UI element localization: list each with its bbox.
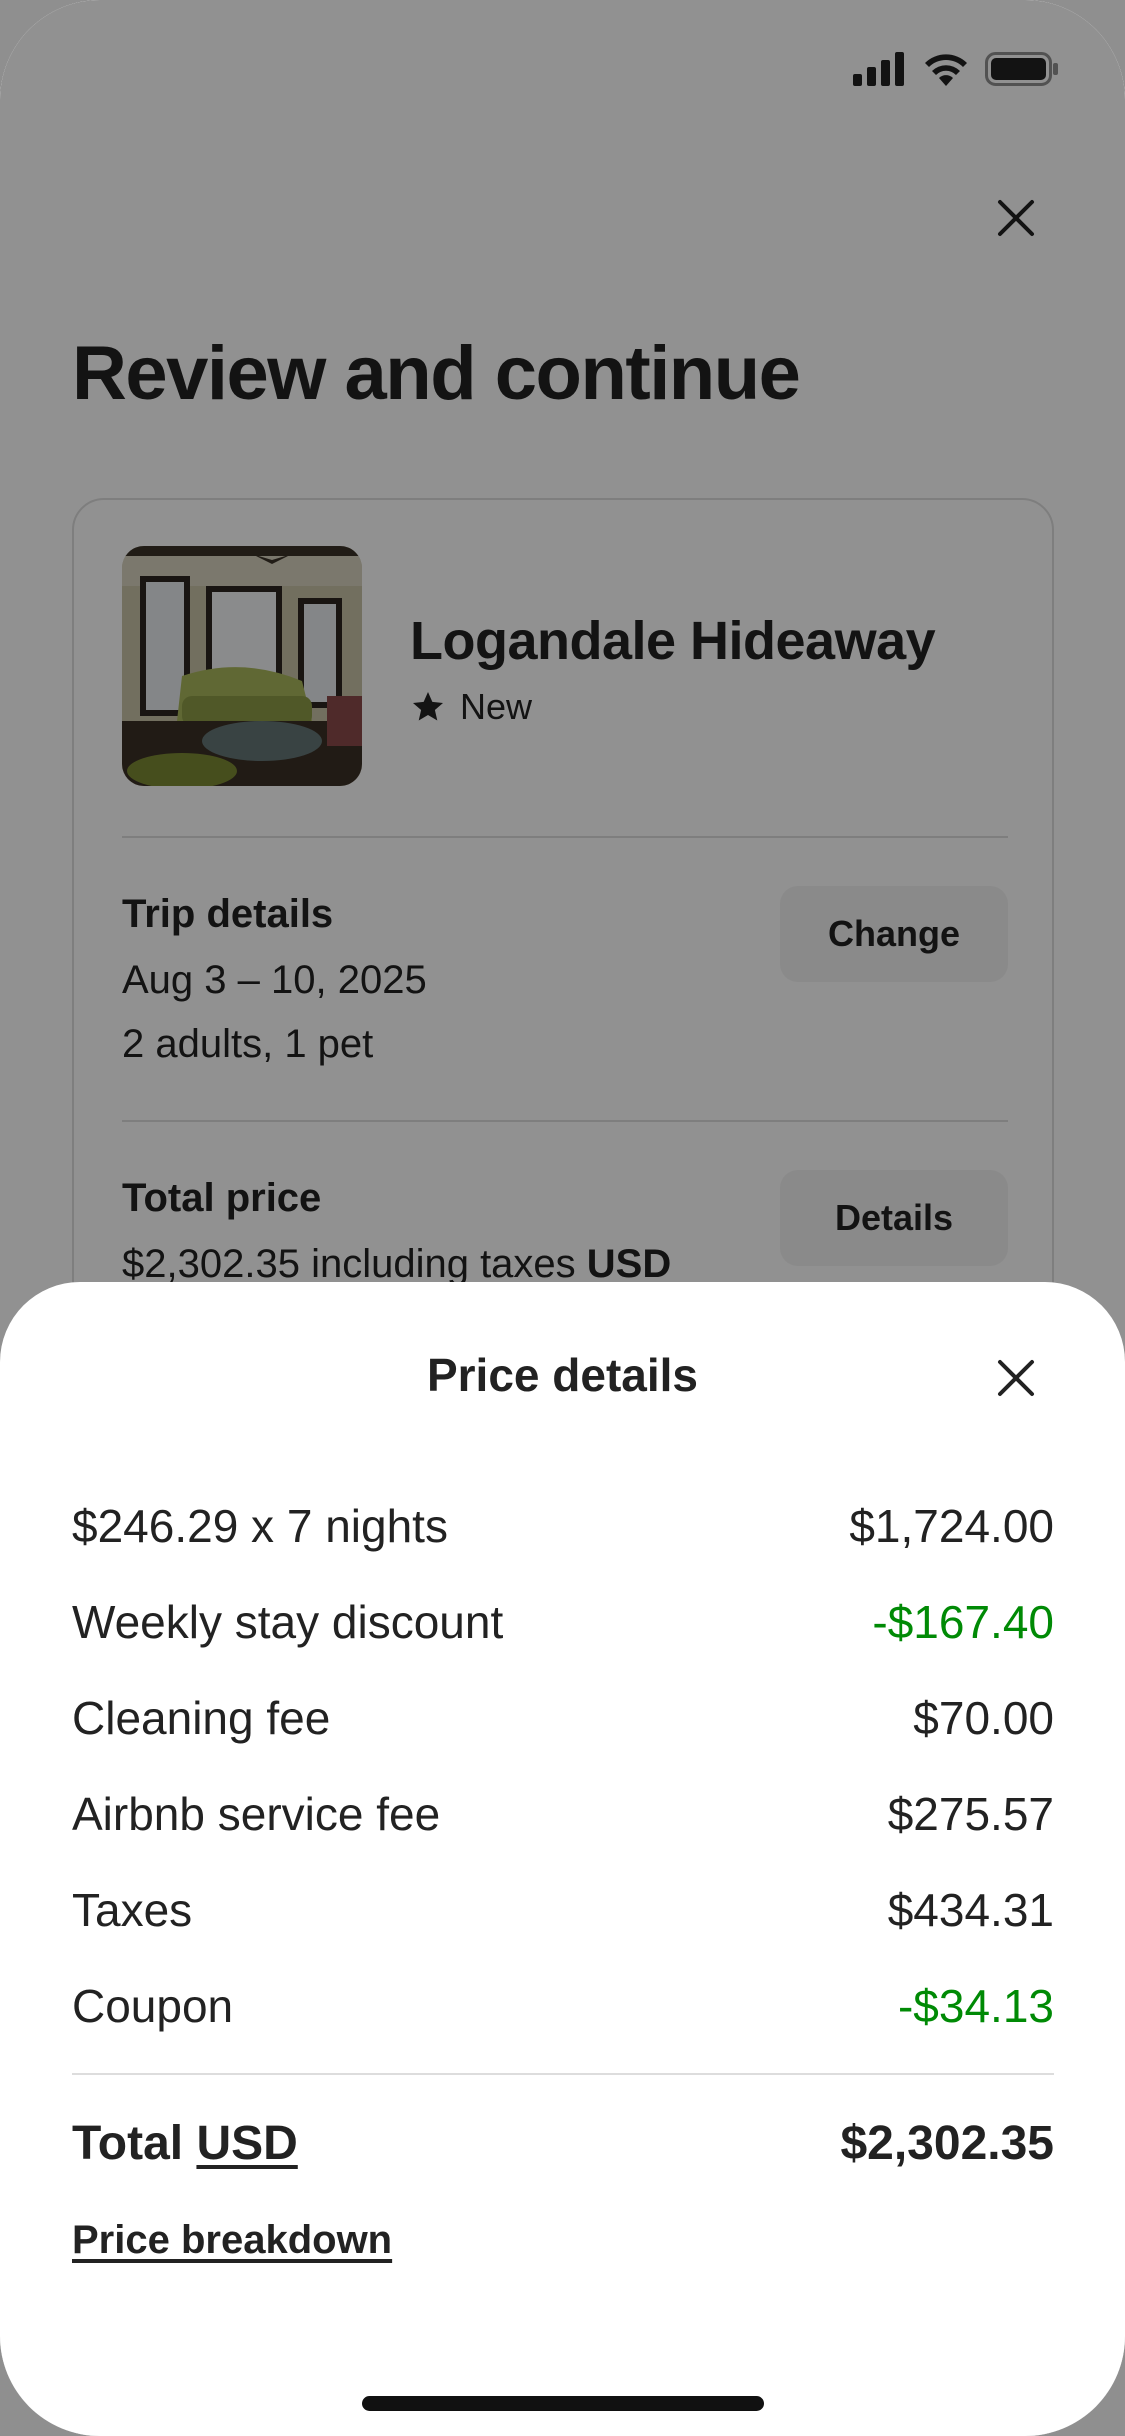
price-line-taxes: Taxes $434.31 [72,1880,1054,1940]
currency-link[interactable]: USD [196,2117,297,2170]
close-icon [998,1360,1034,1396]
line-label: $246.29 x 7 nights [72,1500,448,1552]
divider [72,2073,1054,2075]
price-line-nights: $246.29 x 7 nights $1,724.00 [72,1496,1054,1556]
line-amount: $1,724.00 [849,1500,1054,1552]
total-amount: $2,302.35 [840,2116,1054,2170]
line-label: Weekly stay discount [72,1596,504,1648]
line-label: Taxes [72,1884,193,1936]
total-label: Total [72,2116,197,2170]
line-amount-discount: -$34.13 [897,1980,1054,2032]
line-amount: $70.00 [913,1692,1054,1744]
line-amount-discount: -$167.40 [872,1596,1054,1648]
phone-screen: 9:41 Review and continue Logandale Hidea… [0,0,1125,2436]
price-line-coupon: Coupon -$34.13 [72,1976,1054,2036]
line-label: Cleaning fee [72,1692,331,1744]
line-label: Airbnb service fee [72,1788,441,1840]
price-line-cleaning-fee: Cleaning fee $70.00 [72,1688,1054,1748]
close-sheet-button[interactable] [986,1348,1046,1408]
total-label-group: Total USD [72,2116,298,2171]
price-breakdown-link[interactable]: Price breakdown [72,2218,392,2263]
price-line-weekly-discount: Weekly stay discount -$167.40 [72,1592,1054,1652]
price-line-service-fee: Airbnb service fee $275.57 [72,1784,1054,1844]
sheet-title: Price details [426,1349,699,1401]
line-amount: $434.31 [887,1884,1054,1936]
price-details-sheet: Price details $246.29 x 7 nights $1,724.… [0,1282,1125,2436]
line-label: Coupon [72,1980,234,2032]
home-indicator[interactable] [362,2396,764,2411]
total-row: Total USD $2,302.35 [72,2108,1054,2178]
line-amount: $275.57 [887,1788,1054,1840]
